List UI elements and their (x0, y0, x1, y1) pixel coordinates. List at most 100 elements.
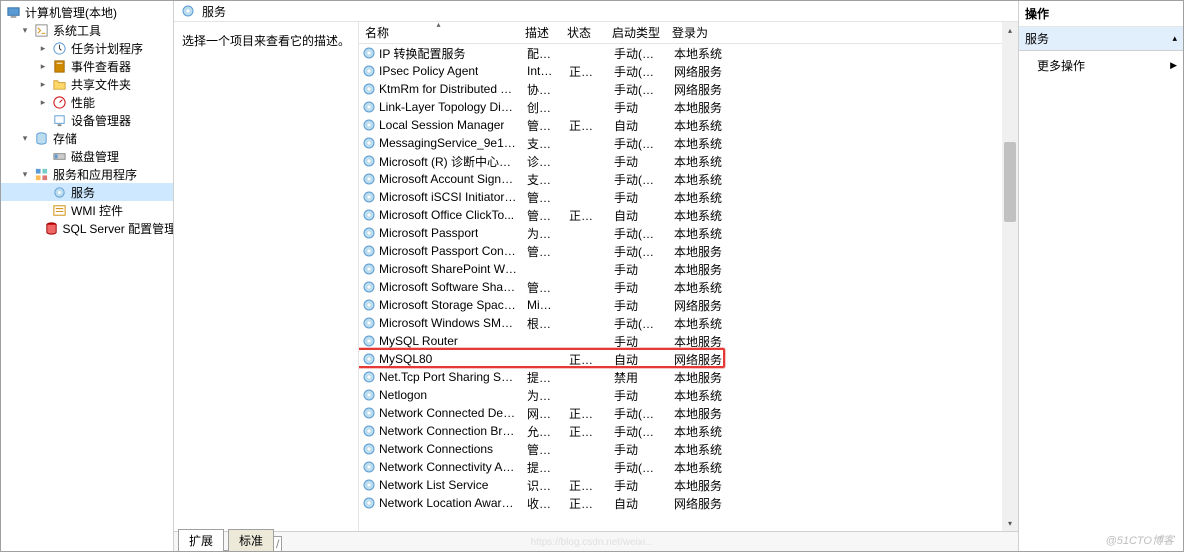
service-row[interactable]: MySQL80正在...自动网络服务 (359, 350, 1002, 368)
tree-system-tools[interactable]: ▾ 系统工具 (1, 21, 173, 39)
service-row[interactable]: Microsoft SharePoint Wo...手动本地服务 (359, 260, 1002, 278)
service-name: Microsoft Windows SMS ... (379, 316, 517, 330)
service-row[interactable]: Microsoft Passport为用...手动(触发...本地系统 (359, 224, 1002, 242)
scroll-up-button[interactable]: ▴ (1002, 22, 1018, 38)
service-startup: 手动(触发... (608, 405, 668, 422)
tree-sqlserver-cfg[interactable]: ▸SQL Server 配置管理器 (1, 219, 173, 237)
tree-wmi[interactable]: ▸WMI 控件 (1, 201, 173, 219)
tree-storage[interactable]: ▾ 存储 (1, 129, 173, 147)
service-row[interactable]: Network Location Aware...收集...正在...自动网络服… (359, 494, 1002, 512)
tree-services[interactable]: ▸服务 (1, 183, 173, 201)
service-logon: 本地服务 (668, 261, 728, 278)
service-row[interactable]: Link-Layer Topology Disc...创建...手动本地服务 (359, 98, 1002, 116)
chevron-right-icon[interactable]: ▸ (37, 42, 49, 54)
service-startup: 手动 (608, 153, 668, 170)
service-logon: 网络服务 (668, 495, 728, 512)
service-desc: 诊断... (521, 153, 563, 170)
service-row[interactable]: Netlogon为用...手动本地系统 (359, 386, 1002, 404)
service-row[interactable]: Microsoft (R) 诊断中心标...诊断...手动本地系统 (359, 152, 1002, 170)
service-row[interactable]: Microsoft Software Shad...管理...手动本地系统 (359, 278, 1002, 296)
gear-icon (361, 315, 377, 331)
col-logon[interactable]: 登录为 (666, 22, 726, 44)
col-name[interactable]: 名称▴ (359, 22, 519, 44)
tree-disk-mgmt[interactable]: ▸磁盘管理 (1, 147, 173, 165)
tree-root[interactable]: 计算机管理(本地) (1, 3, 173, 21)
col-status[interactable]: 状态 (561, 22, 606, 44)
book-icon (51, 58, 67, 74)
service-desc: Micr... (521, 298, 563, 312)
service-row[interactable]: Network Connected Devi...网络...正在...手动(触发… (359, 404, 1002, 422)
col-startup[interactable]: 启动类型 (606, 22, 666, 44)
tree-shared-folders[interactable]: ▸共享文件夹 (1, 75, 173, 93)
service-startup: 手动(触发... (608, 243, 668, 260)
chevron-down-icon[interactable]: ▾ (19, 132, 31, 144)
actions-subhead[interactable]: 服务 ▴ (1019, 27, 1183, 51)
scroll-thumb[interactable] (1004, 142, 1016, 222)
chevron-right-icon[interactable]: ▸ (37, 96, 49, 108)
service-status: 正在... (563, 405, 608, 422)
tree-device-manager[interactable]: ▸设备管理器 (1, 111, 173, 129)
clock-icon (51, 40, 67, 56)
service-status: 正在... (563, 423, 608, 440)
tree-task-scheduler[interactable]: ▸任务计划程序 (1, 39, 173, 57)
service-name: Network Location Aware... (379, 496, 517, 510)
service-row[interactable]: Microsoft Office ClickTo...管理...正在...自动本… (359, 206, 1002, 224)
service-name: Network List Service (379, 478, 488, 492)
gear-icon (361, 261, 377, 277)
service-row[interactable]: Microsoft Account Sign-i...支持...手动(触发...… (359, 170, 1002, 188)
chevron-down-icon[interactable]: ▾ (19, 168, 31, 180)
service-row[interactable]: IP 转换配置服务配置...手动(触发...本地系统 (359, 44, 1002, 62)
device-icon (51, 112, 67, 128)
service-desc: 管理... (521, 243, 563, 260)
service-row[interactable]: MySQL Router手动本地服务 (359, 332, 1002, 350)
actions-panel: 操作 服务 ▴ 更多操作 ▶ (1019, 1, 1183, 551)
service-logon: 本地系统 (668, 207, 728, 224)
service-row[interactable]: Microsoft iSCSI Initiator ...管理...手动本地系统 (359, 188, 1002, 206)
service-desc: 管理... (521, 117, 563, 134)
service-startup: 手动 (608, 477, 668, 494)
tree-performance[interactable]: ▸性能 (1, 93, 173, 111)
chevron-right-icon[interactable]: ▸ (37, 78, 49, 90)
service-desc: 识别... (521, 477, 563, 494)
service-status: 正在... (563, 207, 608, 224)
service-row[interactable]: Network Connectivity Ass...提供...手动(触发...… (359, 458, 1002, 476)
col-desc[interactable]: 描述 (519, 22, 561, 44)
tab-standard[interactable]: 标准 (228, 529, 274, 551)
service-desc: 提供... (521, 369, 563, 386)
service-row[interactable]: Microsoft Passport Cont...管理...手动(触发...本… (359, 242, 1002, 260)
service-row[interactable]: KtmRm for Distributed Tr...协调...手动(触发...… (359, 80, 1002, 98)
gear-icon (361, 63, 377, 79)
service-row[interactable]: Network Connection Bro...允许...正在...手动(触发… (359, 422, 1002, 440)
chevron-down-icon[interactable]: ▾ (19, 24, 31, 36)
actions-more[interactable]: 更多操作 ▶ (1019, 51, 1183, 80)
service-row[interactable]: MessagingService_9e1ff34支持...手动(触发...本地系… (359, 134, 1002, 152)
center-title: 服务 (202, 3, 226, 20)
chevron-right-icon: ▶ (1170, 60, 1177, 71)
service-startup: 手动(触发... (608, 171, 668, 188)
chevron-right-icon[interactable]: ▸ (37, 60, 49, 72)
scroll-down-button[interactable]: ▾ (1002, 515, 1018, 531)
service-row[interactable]: Network Connections管理...手动本地系统 (359, 440, 1002, 458)
service-row[interactable]: Microsoft Storage Space...Micr...手动网络服务 (359, 296, 1002, 314)
service-row[interactable]: IPsec Policy AgentInter...正在...手动(触发...网… (359, 62, 1002, 80)
service-logon: 本地系统 (668, 423, 728, 440)
tree-event-viewer[interactable]: ▸事件查看器 (1, 57, 173, 75)
service-logon: 本地系统 (668, 189, 728, 206)
service-startup: 手动(触发... (608, 225, 668, 242)
service-row[interactable]: Local Session Manager管理...正在...自动本地系统 (359, 116, 1002, 134)
service-logon: 本地服务 (668, 477, 728, 494)
service-desc: 允许... (521, 423, 563, 440)
vertical-scrollbar[interactable]: ▴ ▾ (1002, 22, 1018, 531)
service-name: Local Session Manager (379, 118, 504, 132)
tree-svc-apps[interactable]: ▾ 服务和应用程序 (1, 165, 173, 183)
service-desc: 管理... (521, 189, 563, 206)
gear-icon (361, 171, 377, 187)
tab-extended[interactable]: 扩展 (178, 529, 224, 551)
service-row[interactable]: Network List Service识别...正在...手动本地服务 (359, 476, 1002, 494)
computer-icon (5, 4, 21, 20)
service-row[interactable]: Net.Tcp Port Sharing Ser...提供...禁用本地服务 (359, 368, 1002, 386)
service-startup: 手动 (608, 99, 668, 116)
sort-asc-icon: ▴ (436, 22, 440, 29)
service-row[interactable]: Microsoft Windows SMS ...根据...手动(触发...本地… (359, 314, 1002, 332)
service-name: IP 转换配置服务 (379, 45, 465, 62)
